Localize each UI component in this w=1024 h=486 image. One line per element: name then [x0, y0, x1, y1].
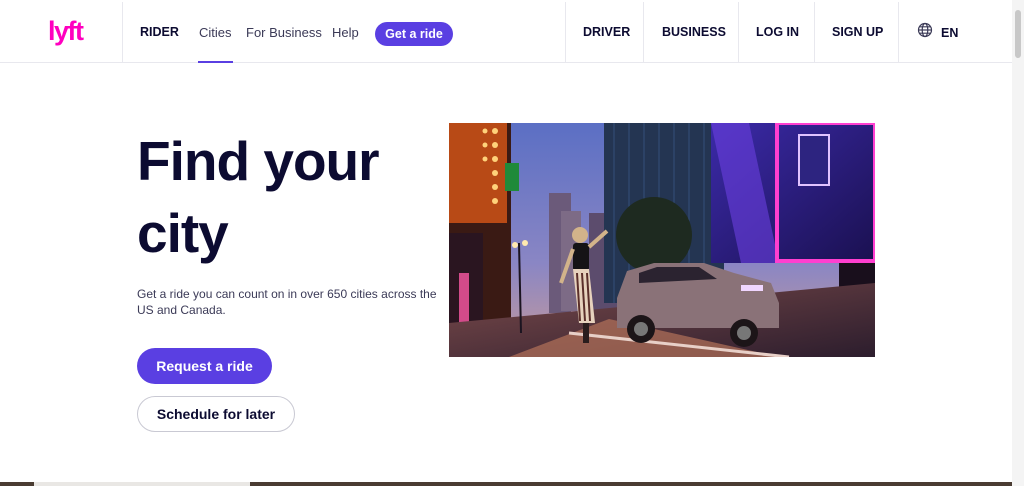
top-navigation: lyft RIDER Cities For Business Help Get … [0, 2, 1012, 63]
nav-for-business[interactable]: For Business [246, 2, 322, 63]
login-link[interactable]: LOG IN [756, 2, 799, 63]
page: lyft RIDER Cities For Business Help Get … [0, 0, 1024, 486]
language-label: EN [941, 25, 959, 40]
nav-driver[interactable]: DRIVER [583, 2, 630, 63]
nav-divider [814, 2, 815, 63]
next-section-edge-segment [34, 482, 250, 486]
nav-cities[interactable]: Cities [198, 2, 233, 63]
schedule-later-button[interactable]: Schedule for later [137, 396, 295, 432]
hero-city-image [449, 123, 875, 357]
nav-help[interactable]: Help [332, 2, 359, 63]
page-scrollbar[interactable] [1012, 0, 1024, 486]
title-line: city [137, 202, 229, 264]
request-ride-button[interactable]: Request a ride [137, 348, 272, 384]
next-section-edge [0, 482, 1012, 486]
nav-divider [738, 2, 739, 63]
lyft-logo[interactable]: lyft [48, 17, 90, 47]
hero-subtitle: Get a ride you can count on in over 650 … [137, 287, 437, 317]
signup-link[interactable]: SIGN UP [832, 2, 883, 63]
nav-divider [565, 2, 566, 63]
scrollbar-thumb[interactable] [1015, 10, 1021, 58]
nav-divider [122, 2, 123, 63]
language-selector[interactable]: EN [917, 2, 958, 63]
city-street-illustration [449, 123, 875, 357]
nav-business[interactable]: BUSINESS [662, 2, 726, 63]
globe-icon [917, 22, 933, 43]
title-line: Find your [137, 130, 380, 192]
page-title: Find your city [137, 125, 437, 269]
nav-rider[interactable]: RIDER [140, 2, 179, 63]
get-a-ride-button[interactable]: Get a ride [375, 22, 453, 46]
nav-divider [898, 2, 899, 63]
nav-divider [643, 2, 644, 63]
